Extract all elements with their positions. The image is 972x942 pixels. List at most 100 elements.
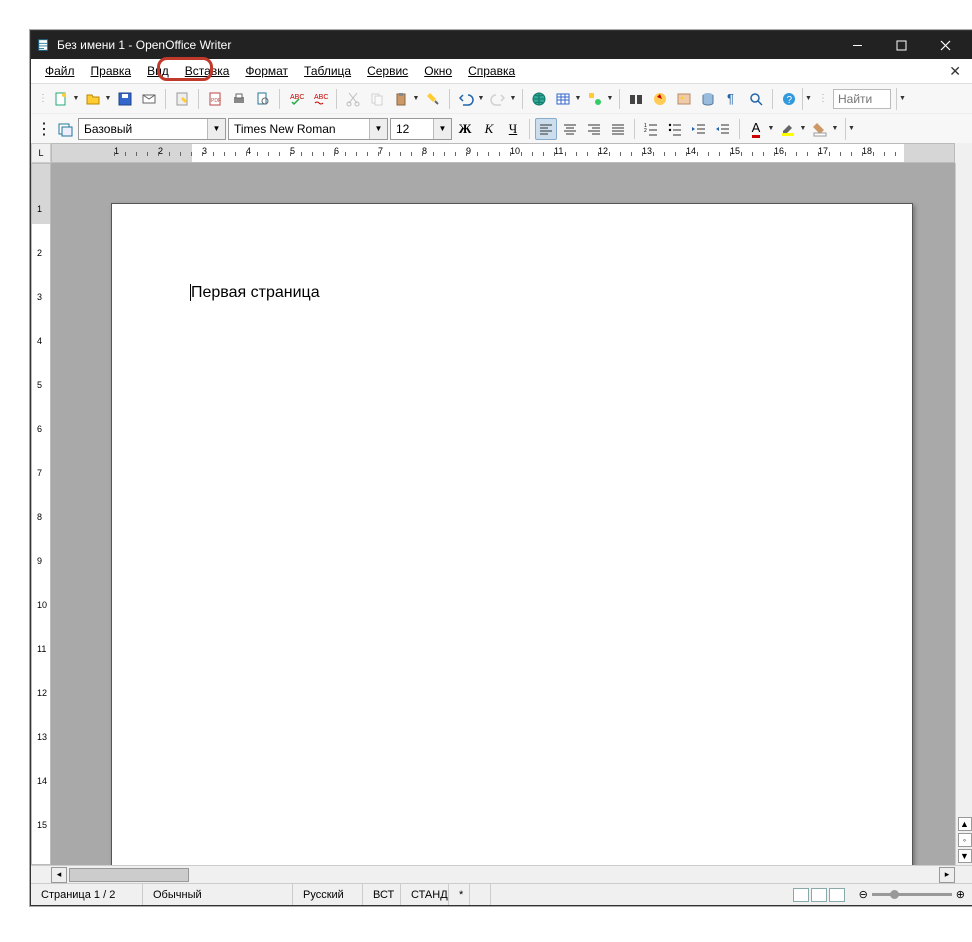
find-input[interactable] bbox=[833, 89, 891, 109]
vertical-ruler[interactable]: 123456789101112131415 bbox=[31, 163, 51, 865]
status-lang[interactable]: Русский bbox=[293, 884, 363, 905]
help-button[interactable]: ? bbox=[778, 88, 800, 110]
new-dropdown[interactable]: ▼ bbox=[72, 95, 80, 102]
paste-button[interactable] bbox=[390, 88, 412, 110]
horizontal-scrollbar[interactable]: ◂ ▸ bbox=[31, 865, 972, 883]
status-signature[interactable] bbox=[470, 884, 491, 905]
zoom-slider[interactable] bbox=[872, 893, 952, 896]
status-insert[interactable]: ВСТ bbox=[363, 884, 401, 905]
navigator-button[interactable] bbox=[649, 88, 671, 110]
bullet-list-button[interactable] bbox=[664, 118, 686, 140]
menu-edit[interactable]: Правка bbox=[83, 61, 140, 81]
auto-spellcheck-button[interactable]: ABC bbox=[309, 88, 331, 110]
email-button[interactable] bbox=[138, 88, 160, 110]
spellcheck-button[interactable]: ABC bbox=[285, 88, 307, 110]
highlight-button[interactable] bbox=[777, 118, 799, 140]
align-left-button[interactable] bbox=[535, 118, 557, 140]
view-single-button[interactable] bbox=[793, 888, 809, 902]
open-dropdown[interactable]: ▼ bbox=[104, 95, 112, 102]
toolbar-overflow[interactable]: ▼ bbox=[802, 88, 814, 110]
redo-button[interactable] bbox=[487, 88, 509, 110]
font-size-combo[interactable]: 12▼ bbox=[390, 118, 452, 140]
italic-button[interactable]: К bbox=[478, 118, 500, 140]
table-button[interactable] bbox=[552, 88, 574, 110]
zoom-control[interactable]: ⊖ ⊕ bbox=[851, 888, 972, 901]
svg-text:PDF: PDF bbox=[211, 98, 221, 104]
copy-button[interactable] bbox=[366, 88, 388, 110]
data-sources-button[interactable] bbox=[697, 88, 719, 110]
document-canvas[interactable]: Первая страница bbox=[51, 163, 955, 865]
menu-insert[interactable]: Вставка bbox=[177, 61, 238, 81]
formatbar-overflow[interactable]: ▼ bbox=[845, 118, 857, 140]
horizontal-ruler[interactable]: 123456789101112131415161718 bbox=[51, 143, 955, 163]
find-replace-button[interactable] bbox=[625, 88, 647, 110]
bg-color-dropdown[interactable]: ▼ bbox=[831, 125, 839, 132]
bg-color-button[interactable] bbox=[809, 118, 831, 140]
bold-button[interactable]: Ж bbox=[454, 118, 476, 140]
styles-button[interactable] bbox=[54, 118, 76, 140]
undo-button[interactable] bbox=[455, 88, 477, 110]
font-name-combo[interactable]: Times New Roman▼ bbox=[228, 118, 388, 140]
redo-dropdown[interactable]: ▼ bbox=[509, 95, 517, 102]
gallery-button[interactable] bbox=[673, 88, 695, 110]
menu-view[interactable]: Вид bbox=[139, 61, 177, 81]
nonprinting-button[interactable]: ¶ bbox=[721, 88, 743, 110]
preview-button[interactable] bbox=[252, 88, 274, 110]
find-toolbar-grip[interactable]: ⋮ bbox=[818, 93, 826, 104]
edit-file-button[interactable] bbox=[171, 88, 193, 110]
decrease-indent-button[interactable] bbox=[688, 118, 710, 140]
draw-dropdown[interactable]: ▼ bbox=[606, 95, 614, 102]
navigation-buttons: ▲ ◦ ▼ bbox=[955, 163, 972, 865]
view-book-button[interactable] bbox=[829, 888, 845, 902]
font-color-button[interactable]: A bbox=[745, 118, 767, 140]
maximize-button[interactable] bbox=[879, 31, 923, 59]
open-button[interactable] bbox=[82, 88, 104, 110]
justify-button[interactable] bbox=[607, 118, 629, 140]
font-color-dropdown[interactable]: ▼ bbox=[767, 125, 775, 132]
highlight-dropdown[interactable]: ▼ bbox=[799, 125, 807, 132]
align-center-button[interactable] bbox=[559, 118, 581, 140]
menu-format[interactable]: Формат bbox=[237, 61, 296, 81]
align-right-button[interactable] bbox=[583, 118, 605, 140]
undo-dropdown[interactable]: ▼ bbox=[477, 95, 485, 102]
save-button[interactable] bbox=[114, 88, 136, 110]
close-button[interactable] bbox=[923, 31, 967, 59]
draw-button[interactable] bbox=[584, 88, 606, 110]
prev-page-button[interactable]: ▲ bbox=[958, 817, 972, 831]
scroll-thumb[interactable] bbox=[69, 868, 189, 882]
document-close-button[interactable]: ✕ bbox=[943, 63, 967, 80]
view-multi-button[interactable] bbox=[811, 888, 827, 902]
format-paintbrush-button[interactable] bbox=[422, 88, 444, 110]
page-text[interactable]: Первая страница bbox=[190, 284, 320, 302]
scroll-right-button[interactable]: ▸ bbox=[939, 867, 955, 883]
scroll-left-button[interactable]: ◂ bbox=[51, 867, 67, 883]
status-style[interactable]: Обычный bbox=[143, 884, 293, 905]
status-selection[interactable]: СТАНД bbox=[401, 884, 449, 905]
increase-indent-button[interactable] bbox=[712, 118, 734, 140]
next-page-button[interactable]: ▼ bbox=[958, 849, 972, 863]
paste-dropdown[interactable]: ▼ bbox=[412, 95, 420, 102]
numbered-list-button[interactable]: 12 bbox=[640, 118, 662, 140]
status-page[interactable]: Страница 1 / 2 bbox=[31, 884, 143, 905]
cut-button[interactable] bbox=[342, 88, 364, 110]
menu-help[interactable]: Справка bbox=[460, 61, 523, 81]
menu-table[interactable]: Таблица bbox=[296, 61, 359, 81]
menu-tools[interactable]: Сервис bbox=[359, 61, 416, 81]
zoom-button[interactable] bbox=[745, 88, 767, 110]
print-button[interactable] bbox=[228, 88, 250, 110]
minimize-button[interactable] bbox=[835, 31, 879, 59]
zoom-out-button[interactable]: ⊖ bbox=[859, 888, 868, 901]
hyperlink-button[interactable] bbox=[528, 88, 550, 110]
find-toolbar-overflow[interactable]: ▼ bbox=[896, 88, 908, 110]
export-pdf-button[interactable]: PDF bbox=[204, 88, 226, 110]
menu-window[interactable]: Окно bbox=[416, 61, 460, 81]
table-dropdown[interactable]: ▼ bbox=[574, 95, 582, 102]
formatbar-grip[interactable]: ⋮ bbox=[36, 119, 52, 139]
zoom-in-button[interactable]: ⊕ bbox=[956, 888, 965, 901]
menu-file[interactable]: Файл bbox=[37, 61, 83, 81]
toolbar-grip[interactable]: ⋮ bbox=[38, 93, 46, 104]
underline-button[interactable]: Ч bbox=[502, 118, 524, 140]
paragraph-style-combo[interactable]: Базовый▼ bbox=[78, 118, 226, 140]
nav-select-button[interactable]: ◦ bbox=[958, 833, 972, 847]
new-button[interactable] bbox=[50, 88, 72, 110]
